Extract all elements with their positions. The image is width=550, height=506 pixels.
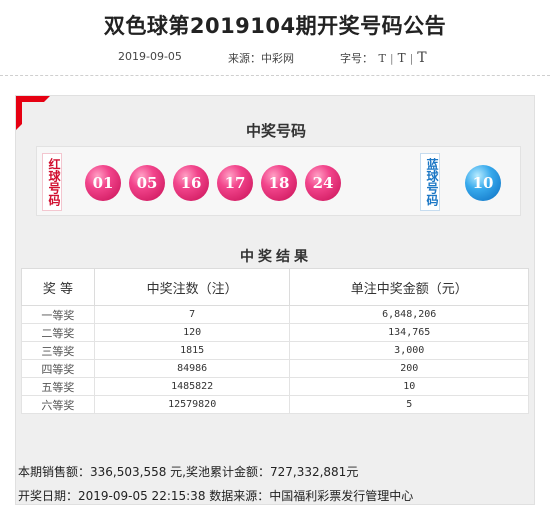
red-ball: 16 [173,165,209,201]
separator: | [409,52,414,65]
source-label: 来源：中彩网 [228,52,294,65]
winner-count: 1815 [93,341,291,360]
table-header-row: 奖 等 中奖注数（注） 单注中奖金额（元） [21,268,529,306]
sales-summary: 本期销售额：336,503,558 元,奖池累计金额：727,332,881元 [18,465,359,479]
table-row: 四等奖 84986 200 [21,359,529,378]
draw-date-and-source: 开奖日期：2019-09-05 22:15:38 数据来源：中国福利彩票发行管理… [18,489,414,503]
winner-count: 12579820 [93,395,291,414]
winner-count: 1485822 [93,377,291,396]
prize-level: 五等奖 [21,377,95,396]
red-ball: 17 [217,165,253,201]
lottery-panel: 中奖号码 红球号码 01 05 16 17 18 24 蓝球号码 10 中奖结果… [15,95,535,505]
prize-amount: 200 [289,359,529,378]
prize-amount: 10 [289,377,529,396]
results-heading: 中奖结果 [240,249,312,265]
red-ball-label: 红球号码 [42,153,62,211]
prize-table: 奖 等 中奖注数（注） 单注中奖金额（元） 一等奖 7 6,848,206 二等… [21,268,529,414]
publish-date: 2019-09-05 [118,50,182,63]
blue-ball: 10 [465,165,501,201]
winner-count: 120 [93,323,291,342]
font-size-small-button[interactable]: T [379,52,386,65]
font-size-switcher: 字号： T | T | T [340,50,429,66]
winning-numbers-heading: 中奖号码 [245,122,306,140]
column-header-amount: 单注中奖金额（元） [289,268,529,306]
table-row: 二等奖 120 134,765 [21,323,529,342]
separator: | [389,52,394,65]
font-size-large-button[interactable]: T [417,50,426,66]
prize-level: 三等奖 [21,341,95,360]
winner-count: 7 [93,305,291,324]
winner-count: 84986 [93,359,291,378]
prize-amount: 134,765 [289,323,529,342]
red-ball: 18 [261,165,297,201]
table-row: 六等奖 12579820 5 [21,395,529,414]
prize-level: 一等奖 [21,305,95,324]
column-header-count: 中奖注数（注） [93,268,291,306]
prize-amount: 5 [289,395,529,414]
red-ball: 05 [129,165,165,201]
font-size-label: 字号： [340,52,373,65]
page-title: 双色球第2019104期开奖号码公告 [103,14,447,38]
red-ball: 24 [305,165,341,201]
column-header-level: 奖 等 [21,268,95,306]
red-ball: 01 [85,165,121,201]
winning-numbers-box: 红球号码 01 05 16 17 18 24 蓝球号码 10 [36,146,521,216]
table-row: 一等奖 7 6,848,206 [21,305,529,324]
font-size-medium-button[interactable]: T [398,51,406,65]
table-row: 三等奖 1815 3,000 [21,341,529,360]
blue-ball-label: 蓝球号码 [420,153,440,211]
prize-amount: 3,000 [289,341,529,360]
prize-amount: 6,848,206 [289,305,529,324]
table-row: 五等奖 1485822 10 [21,377,529,396]
prize-level: 四等奖 [21,359,95,378]
prize-level: 六等奖 [21,395,95,414]
prize-level: 二等奖 [21,323,95,342]
header-divider [0,75,550,76]
